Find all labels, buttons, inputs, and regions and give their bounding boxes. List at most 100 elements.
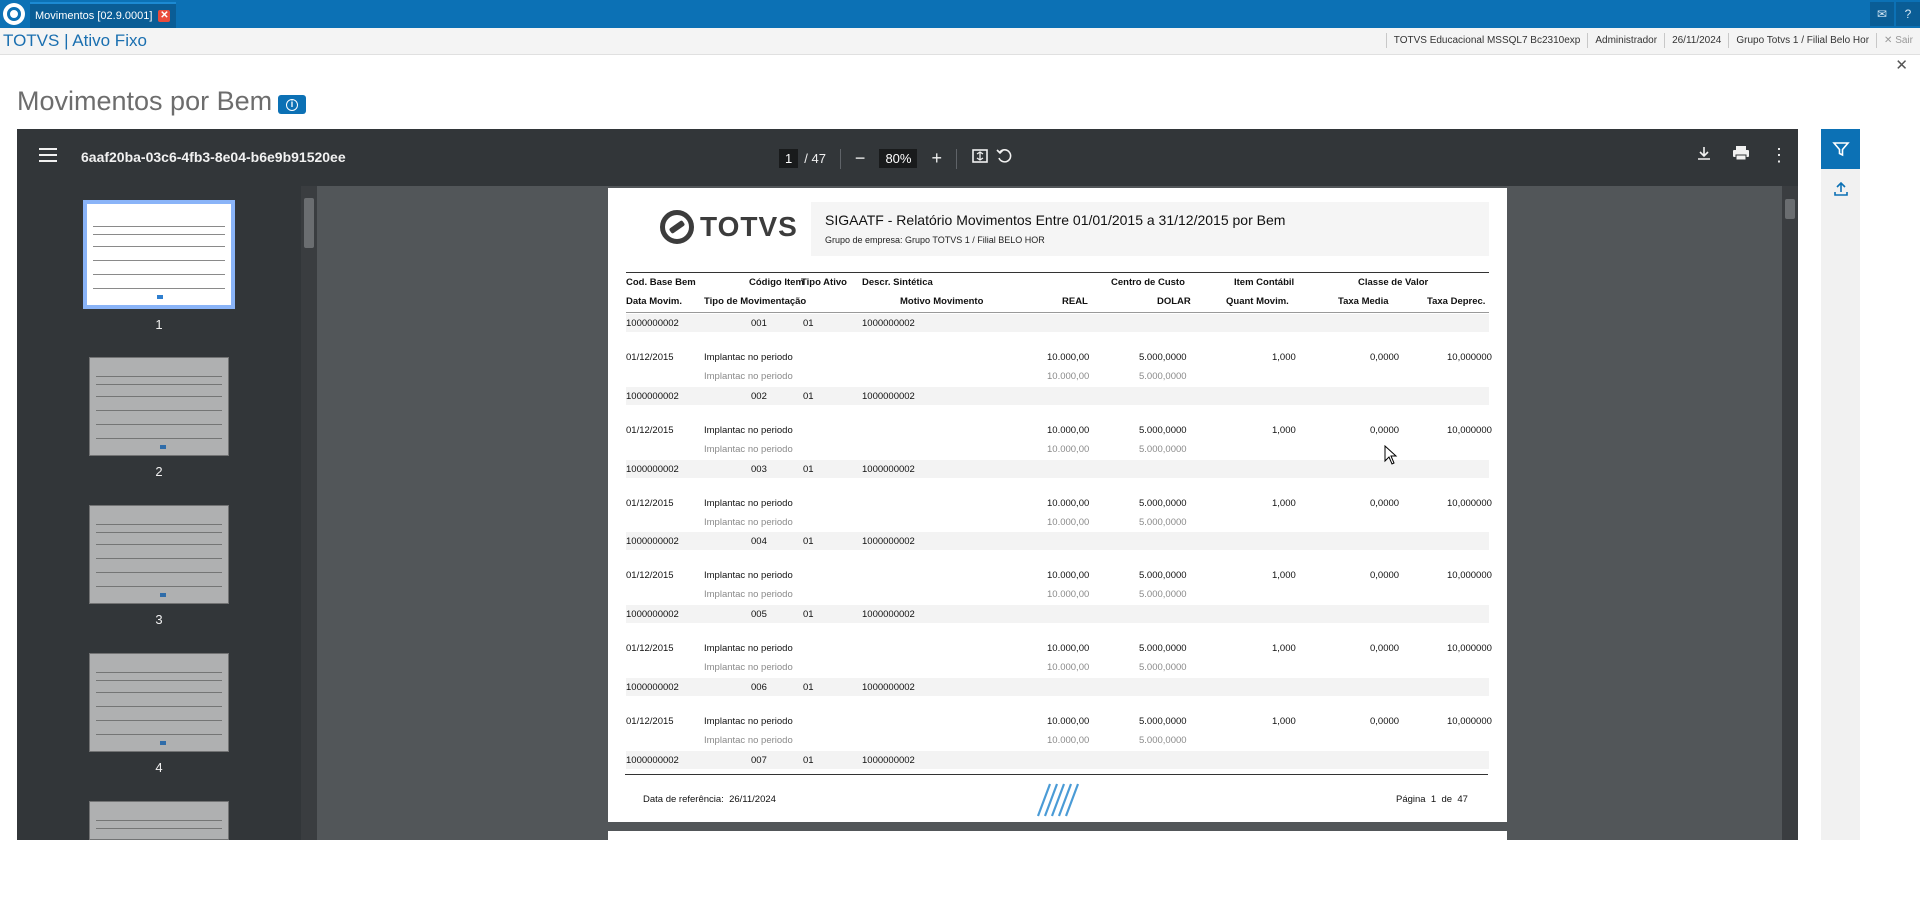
report-title: SIGAATF - Relatório Movimentos Entre 01/…	[825, 212, 1286, 228]
totvs-logo-icon	[660, 210, 694, 244]
date-label: 26/11/2024	[1664, 33, 1728, 48]
movement-cell: 1,000	[1272, 424, 1296, 436]
movement-cell: 1,000	[1272, 497, 1296, 509]
group-cell: 1000000002	[626, 609, 679, 621]
movement-cell: Implantac no periodo	[704, 643, 793, 655]
group-cell: 1000000002	[626, 682, 679, 693]
movement-cell: 10.000,00	[1047, 352, 1090, 363]
movement-cell: 1,000	[1272, 716, 1296, 727]
movement-cell: 0,0000	[1370, 497, 1400, 509]
mail-icon[interactable]: ✉	[1870, 2, 1894, 26]
group-cell: 004	[751, 536, 767, 548]
group-cell: 1000000002	[626, 318, 679, 329]
group-cell: 1000000002	[862, 609, 915, 621]
movement-cell: 01/12/2015	[626, 716, 674, 727]
zoom-out-icon[interactable]: −	[855, 148, 866, 169]
col-header: Centro de Custo	[1111, 277, 1185, 288]
help-icon[interactable]: ?	[1896, 2, 1920, 26]
col-header: Tipo de Movimentação	[704, 296, 807, 307]
thumbnail-page-4[interactable]: 4	[17, 653, 301, 775]
thumbnail-page-1[interactable]: 1	[17, 200, 301, 332]
movement-cell: 1,000	[1272, 643, 1296, 655]
movement-cell: 0,0000	[1370, 424, 1400, 436]
subtotal-cell: Implantac no periodo	[704, 735, 793, 746]
subtotal-cell: 10.000,00	[1047, 589, 1090, 601]
tab-movimentos[interactable]: Movimentos [02.9.0001] ✕	[30, 2, 177, 28]
filter-button[interactable]	[1821, 129, 1860, 169]
thumbnail-page-5[interactable]	[17, 801, 301, 840]
thumbnail-number: 4	[155, 760, 163, 775]
report-page: TOTVS SIGAATF - Relatório Movimentos Ent…	[608, 188, 1507, 822]
movement-cell: 01/12/2015	[626, 424, 674, 436]
thumbnail-sidebar: 1 2 3 4	[17, 186, 301, 840]
report-page-2	[608, 831, 1507, 840]
print-icon[interactable]	[1732, 145, 1750, 166]
zoom-in-icon[interactable]: +	[931, 148, 942, 169]
col-header: Item Contábil	[1234, 277, 1295, 288]
subtotal-cell: Implantac no periodo	[704, 443, 793, 455]
tab-close-icon[interactable]: ✕	[158, 10, 171, 22]
movement-cell: Implantac no periodo	[704, 497, 793, 509]
thumbnail-number: 1	[155, 317, 163, 332]
document-scrollbar[interactable]	[1782, 186, 1798, 840]
movement-cell: 0,0000	[1370, 716, 1400, 727]
user-label: Administrador	[1587, 33, 1664, 48]
movement-cell: 10,000000	[1447, 643, 1492, 655]
movement-cell: Implantac no periodo	[704, 570, 793, 582]
more-options-icon[interactable]: ⋮	[1770, 145, 1788, 166]
movement-cell: 5.000,0000	[1139, 716, 1187, 727]
group-cell: 1000000002	[862, 318, 915, 329]
subtotal-cell: 10.000,00	[1047, 443, 1090, 455]
movement-cell: 01/12/2015	[626, 643, 674, 655]
movement-cell: 5.000,0000	[1139, 352, 1187, 363]
session-info: TOTVS Educacional MSSQL7 Bc2310exp Admin…	[1385, 33, 1920, 48]
thumbnail-page-3[interactable]: 3	[17, 505, 301, 627]
movement-cell: Implantac no periodo	[704, 424, 793, 436]
group-cell: 1000000002	[862, 682, 915, 693]
movement-cell: 5.000,0000	[1139, 570, 1187, 582]
group-cell: 01	[803, 463, 814, 475]
group-cell: 1000000002	[862, 463, 915, 475]
movement-cell: 10.000,00	[1047, 424, 1090, 436]
sidebar-menu-icon[interactable]	[39, 148, 57, 162]
exit-button[interactable]: ✕ Sair	[1876, 33, 1920, 48]
subtotal-cell: 5.000,0000	[1139, 371, 1187, 382]
page-number-input[interactable]: 1	[779, 149, 799, 168]
subtotal-cell: 10.000,00	[1047, 735, 1090, 746]
download-icon[interactable]	[1696, 145, 1712, 166]
thumbnail-page-2[interactable]: 2	[17, 357, 301, 479]
col-header: Código Item	[749, 277, 804, 288]
movement-cell: Implantac no periodo	[704, 716, 793, 727]
group-cell: 1000000002	[862, 390, 915, 402]
thumbnail-number: 2	[155, 464, 163, 479]
movement-cell: 10,000000	[1447, 497, 1492, 509]
subtotal-cell: 5.000,0000	[1139, 516, 1187, 528]
app-title: TOTVS | Ativo Fixo	[3, 31, 147, 50]
group-cell: 01	[803, 536, 814, 548]
upload-button[interactable]	[1821, 169, 1860, 209]
movement-cell: 0,0000	[1370, 352, 1400, 363]
file-name: 6aaf20ba-03c6-4fb3-8e04-b6e9b91520ee	[81, 149, 346, 165]
fit-page-icon[interactable]	[971, 147, 989, 170]
sidebar-scrollbar[interactable]	[301, 186, 317, 840]
group-cell: 01	[803, 682, 814, 693]
col-header: Classe de Valor	[1358, 277, 1429, 288]
movement-cell: 10.000,00	[1047, 497, 1090, 509]
subtotal-cell: Implantac no periodo	[704, 516, 793, 528]
group-cell: 1000000002	[626, 390, 679, 402]
totvs-logo-icon	[3, 3, 25, 25]
group-cell: 1000000002	[626, 754, 679, 766]
close-modal-icon[interactable]: ✕	[1895, 56, 1908, 74]
zoom-input[interactable]: 80%	[879, 149, 918, 168]
rotate-icon[interactable]	[995, 147, 1013, 170]
group-cell: 01	[803, 390, 814, 402]
movement-cell: 5.000,0000	[1139, 497, 1187, 509]
col-header: Taxa Media	[1338, 296, 1389, 307]
group-cell: 01	[803, 754, 814, 766]
subtotal-cell: 10.000,00	[1047, 516, 1090, 528]
group-cell: 1000000002	[626, 536, 679, 548]
filter-icon	[1831, 142, 1850, 157]
col-header: Data Movim.	[626, 296, 682, 307]
movement-cell: 10.000,00	[1047, 643, 1090, 655]
info-button[interactable]: i	[278, 95, 306, 114]
